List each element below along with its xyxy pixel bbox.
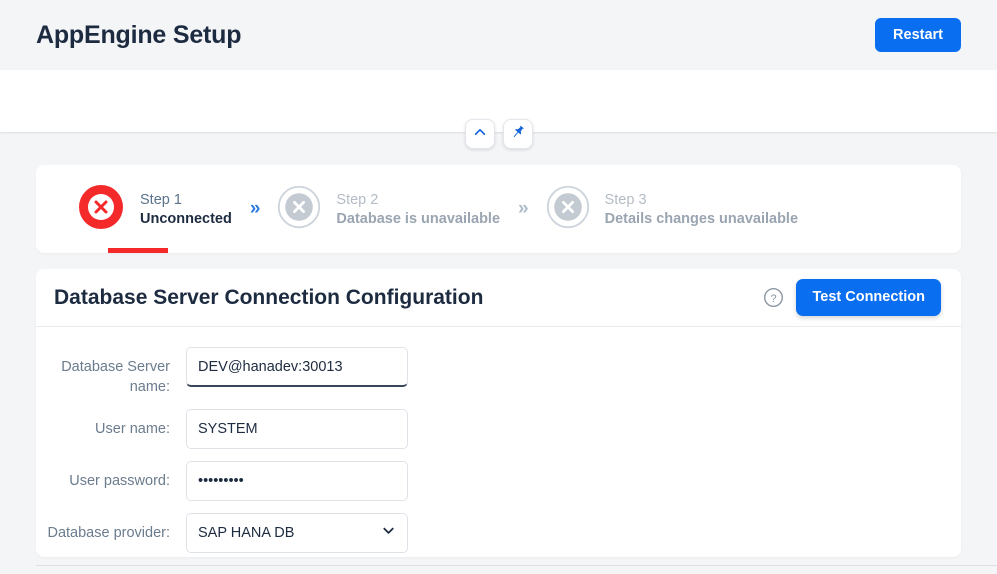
- server-name-input[interactable]: [186, 347, 408, 387]
- pin-button[interactable]: [503, 119, 533, 149]
- user-name-input[interactable]: [186, 409, 408, 449]
- step-status-label: Details changes unavailable: [605, 211, 798, 227]
- form-row-server-name: Database Server name:: [36, 347, 961, 397]
- form-row-user-name: User name:: [36, 409, 961, 449]
- svg-text:?: ?: [771, 293, 777, 305]
- error-circle-icon: [76, 182, 126, 237]
- error-circle-icon: [276, 184, 322, 235]
- test-connection-button[interactable]: Test Connection: [796, 279, 941, 316]
- db-provider-select-wrap: SAP HANA DB: [186, 513, 408, 553]
- config-card: Database Server Connection Configuration…: [36, 269, 961, 557]
- connection-form: Database Server name: User name: User pa…: [36, 327, 961, 553]
- step-indicator: Step 1 Unconnected » Step 2 Database is …: [36, 165, 961, 253]
- user-name-label: User name:: [36, 409, 186, 440]
- user-password-input[interactable]: [186, 461, 408, 501]
- step-item-1[interactable]: Step 1 Unconnected: [76, 182, 232, 237]
- step-number-label: Step 1: [140, 192, 232, 208]
- form-row-user-password: User password:: [36, 461, 961, 501]
- config-card-actions: ? Test Connection: [763, 279, 941, 316]
- step-separator-2: »: [518, 198, 527, 220]
- pin-icon: [510, 124, 526, 145]
- step-separator-1: »: [250, 198, 259, 220]
- bottom-divider: [36, 565, 997, 566]
- config-card-title: Database Server Connection Configuration: [54, 286, 483, 310]
- active-step-underline: [108, 248, 168, 253]
- page-body: Step 1 Unconnected » Step 2 Database is …: [0, 132, 997, 557]
- config-card-header: Database Server Connection Configuration…: [36, 269, 961, 327]
- db-provider-select[interactable]: SAP HANA DB: [186, 513, 408, 553]
- step-status-label: Unconnected: [140, 211, 232, 227]
- db-provider-label: Database provider:: [36, 513, 186, 544]
- step-number-label: Step 2: [336, 192, 500, 208]
- page-title: AppEngine Setup: [36, 21, 241, 50]
- question-circle-icon[interactable]: ?: [763, 287, 784, 308]
- form-row-db-provider: Database provider: SAP HANA DB: [36, 513, 961, 553]
- toolbar-band: [0, 70, 997, 132]
- error-circle-icon: [545, 184, 591, 235]
- collapse-button[interactable]: [465, 119, 495, 149]
- user-password-label: User password:: [36, 461, 186, 492]
- toolbar-buttons: [0, 119, 997, 149]
- app-header: AppEngine Setup Restart: [0, 0, 997, 70]
- server-name-label: Database Server name:: [36, 347, 186, 397]
- step-item-3[interactable]: Step 3 Details changes unavailable: [545, 184, 798, 235]
- step-number-label: Step 3: [605, 192, 798, 208]
- restart-button[interactable]: Restart: [875, 18, 961, 53]
- chevron-up-icon: [473, 125, 487, 144]
- step-item-2[interactable]: Step 2 Database is unavailable: [276, 184, 500, 235]
- step-status-label: Database is unavailable: [336, 211, 500, 227]
